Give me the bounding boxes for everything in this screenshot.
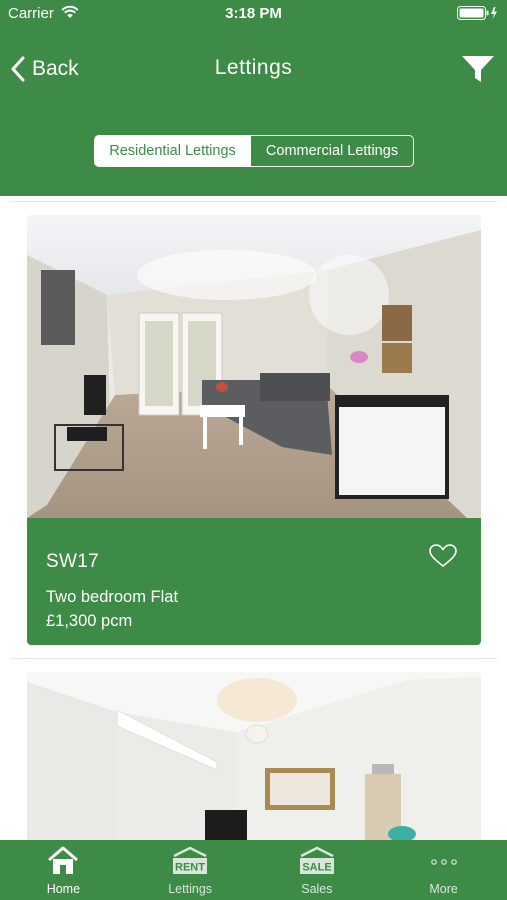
sale-sign-text: SALE [302, 862, 331, 874]
navigation-bar: Back Lettings [0, 44, 507, 94]
tab-more-label: More [429, 882, 458, 896]
listing-info: SW17 Two bedroom Flat £1,300 pcm [27, 518, 481, 645]
rent-sign-icon: RENT [173, 846, 208, 874]
tab-home[interactable]: Home [0, 840, 127, 900]
property-photo [27, 215, 481, 518]
rent-sign-text: RENT [175, 862, 205, 874]
listing-postcode: SW17 [46, 551, 99, 572]
more-dots-icon [430, 859, 457, 865]
divider [10, 658, 497, 659]
header: Carrier 3:18 PM Back Lettings Residentia… [0, 0, 507, 196]
listing-card[interactable]: SW17 Two bedroom Flat £1,300 pcm [27, 215, 481, 645]
tab-more[interactable]: More [380, 840, 507, 900]
tab-lettings[interactable]: RENT Lettings [127, 840, 254, 900]
tab-sales[interactable]: SALE Sales [254, 840, 381, 900]
listing-price: £1,300 pcm [46, 612, 133, 630]
property-photo [27, 672, 481, 842]
lettings-type-segmented-control: Residential Lettings Commercial Lettings [94, 135, 414, 167]
listing-type: Two bedroom Flat [46, 588, 179, 606]
battery-icon [457, 6, 497, 20]
status-bar: Carrier 3:18 PM [0, 0, 507, 28]
segment-commercial-lettings[interactable]: Commercial Lettings [250, 136, 413, 166]
filter-icon[interactable] [461, 53, 495, 85]
listing-card[interactable] [27, 672, 481, 842]
tab-home-label: Home [46, 882, 81, 896]
divider [10, 201, 497, 202]
status-time: 3:18 PM [225, 5, 282, 22]
sale-sign-icon: SALE [299, 846, 334, 874]
segment-residential-lettings[interactable]: Residential Lettings [95, 136, 250, 166]
tab-sales-label: Sales [301, 882, 333, 896]
heart-icon[interactable] [429, 544, 457, 568]
home-icon [48, 846, 79, 874]
tab-lettings-label: Lettings [168, 882, 213, 896]
tab-bar: Home RENT Lettings SALE Sales More [0, 840, 507, 900]
page-title: Lettings [214, 56, 293, 79]
